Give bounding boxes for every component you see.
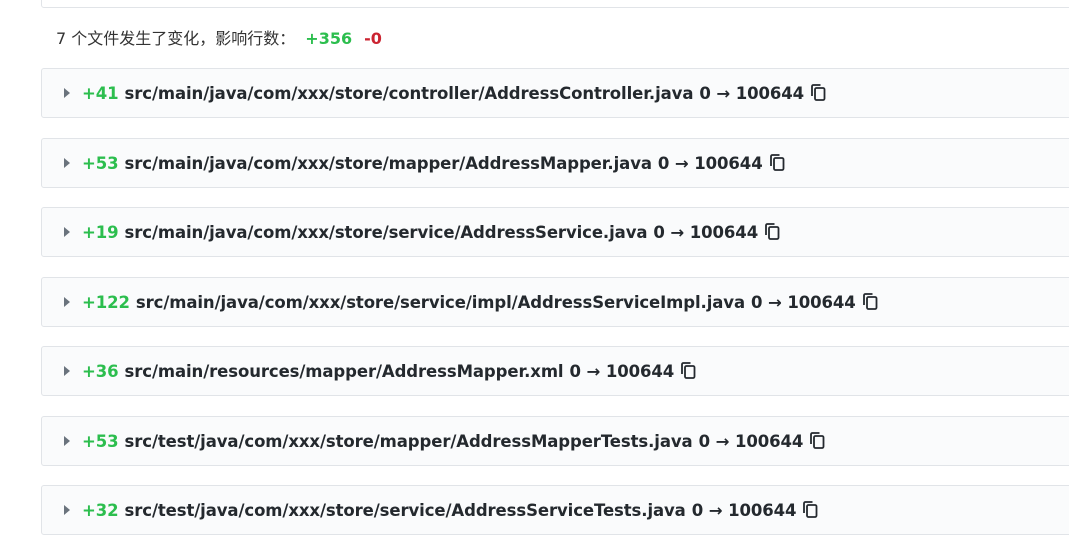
file-mode-change: 0 → 100644: [751, 292, 856, 312]
file-mode-change: 0 → 100644: [657, 153, 763, 173]
summary-text: 7 个文件发生了变化，影响行数：: [56, 29, 296, 48]
file-path: src/main/java/com/xxx/store/controller/A…: [124, 84, 694, 103]
file-added-lines: +36: [82, 362, 119, 381]
previous-panel-edge: [41, 0, 1069, 8]
file-mode-change: 0 → 100644: [698, 431, 804, 451]
expand-caret-icon[interactable]: [64, 505, 70, 515]
file-header-text: +122 src/main/java/com/xxx/store/service/…: [82, 292, 878, 312]
copy-icon[interactable]: [809, 431, 825, 450]
file-added-lines: +41: [82, 84, 119, 103]
file-header-text: +41 src/main/java/com/xxx/store/controlle…: [82, 83, 826, 103]
copy-icon[interactable]: [764, 222, 780, 241]
file-mode-change: 0 → 100644: [699, 84, 805, 103]
summary-additions: +356: [305, 29, 353, 48]
file-header-text: +36 src/main/resources/mapper/AddressMapp…: [82, 361, 696, 381]
file-header-text: +53 src/test/java/com/xxx/store/mapper/Ad…: [82, 431, 825, 451]
file-added-lines: +19: [82, 223, 119, 242]
file-added-lines: +122: [82, 292, 130, 312]
file-row[interactable]: +19 src/main/java/com/xxx/store/service/A…: [41, 207, 1069, 257]
file-row[interactable]: +53 src/test/java/com/xxx/store/mapper/Ad…: [41, 415, 1069, 466]
file-row[interactable]: +32 src/test/java/com/xxx/store/service/A…: [41, 485, 1069, 535]
file-added-lines: +53: [82, 431, 119, 451]
file-added-lines: +32: [82, 501, 119, 520]
copy-icon[interactable]: [769, 153, 785, 172]
file-path: src/main/java/com/xxx/store/mapper/Addre…: [124, 153, 652, 173]
expand-caret-icon[interactable]: [64, 296, 70, 307]
expand-caret-icon[interactable]: [64, 88, 70, 98]
file-mode-change: 0 → 100644: [569, 362, 675, 381]
expand-caret-icon[interactable]: [64, 435, 70, 446]
diff-summary: 7 个文件发生了变化，影响行数： +356 -0: [56, 28, 382, 50]
file-path: src/main/java/com/xxx/store/service/impl…: [135, 292, 745, 312]
copy-icon[interactable]: [862, 292, 878, 311]
copy-icon[interactable]: [680, 361, 696, 380]
file-row[interactable]: +122 src/main/java/com/xxx/store/service/…: [41, 276, 1069, 327]
file-path: src/main/resources/mapper/AddressMapper.…: [124, 362, 564, 381]
expand-caret-icon[interactable]: [64, 366, 70, 376]
file-path: src/test/java/com/xxx/store/mapper/Addre…: [124, 431, 693, 451]
file-header-text: +53 src/main/java/com/xxx/store/mapper/Ad…: [82, 153, 785, 173]
file-row[interactable]: +53 src/main/java/com/xxx/store/mapper/Ad…: [41, 137, 1069, 188]
file-path: src/main/java/com/xxx/store/service/Addr…: [124, 223, 648, 242]
copy-icon[interactable]: [802, 500, 818, 519]
file-path: src/test/java/com/xxx/store/service/Addr…: [124, 501, 686, 520]
file-row[interactable]: +36 src/main/resources/mapper/AddressMapp…: [41, 346, 1069, 396]
expand-caret-icon[interactable]: [64, 227, 70, 237]
file-added-lines: +53: [82, 153, 119, 173]
file-mode-change: 0 → 100644: [653, 223, 759, 242]
file-header-text: +32 src/test/java/com/xxx/store/service/A…: [82, 500, 818, 520]
changed-files-list: +41 src/main/java/com/xxx/store/controlle…: [41, 68, 1069, 555]
file-row[interactable]: +41 src/main/java/com/xxx/store/controlle…: [41, 68, 1069, 118]
expand-caret-icon[interactable]: [64, 157, 70, 168]
file-header-text: +19 src/main/java/com/xxx/store/service/A…: [82, 222, 780, 242]
summary-deletions: -0: [364, 29, 382, 48]
copy-icon[interactable]: [810, 83, 826, 102]
file-mode-change: 0 → 100644: [691, 501, 797, 520]
